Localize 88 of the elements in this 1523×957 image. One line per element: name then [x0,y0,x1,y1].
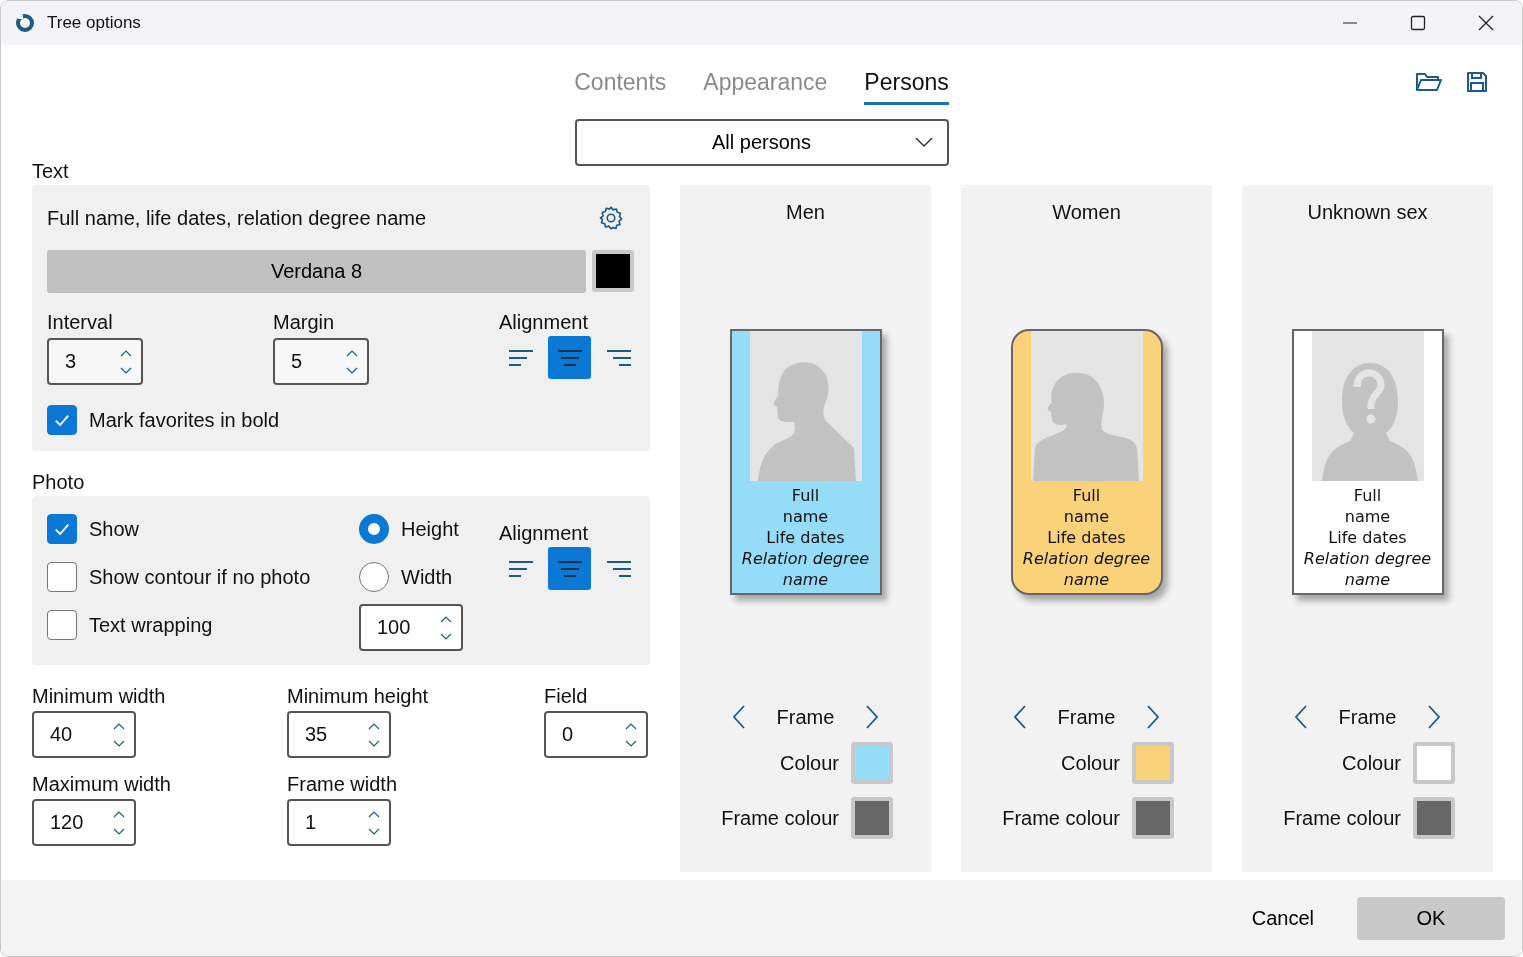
colour-swatch[interactable] [1413,742,1455,784]
section-heading: Photo [32,471,86,495]
checkbox-label: Text wrapping [89,613,213,637]
display-text-label: Full name, life dates, relation degree name [47,206,427,230]
field-label: Field [544,685,589,709]
field-label: Frame width [287,773,399,797]
chevron-right-icon[interactable] [1428,705,1441,729]
radio-label: Width [401,565,453,589]
card-text-line: Relation degree name [1021,548,1152,590]
checkbox-label: Show contour if no photo [89,565,311,589]
app-logo-icon [15,13,35,33]
ok-button[interactable]: OK [1357,896,1505,940]
maximize-icon[interactable] [1410,15,1426,31]
checkbox[interactable] [47,562,77,592]
number-spinner[interactable]: 0 [544,711,648,758]
panel-title: Unknown sex [1307,201,1428,224]
checkbox[interactable] [47,405,77,435]
chevron-down-icon [914,137,933,148]
cancel-button[interactable]: Cancel [1245,905,1320,931]
radio-button[interactable] [359,562,389,592]
colour-swatch[interactable] [851,742,893,784]
card-text-line: Full [1353,485,1382,506]
chevron-right-icon[interactable] [1147,705,1160,729]
align-lines-icon [606,347,631,368]
align-button[interactable] [548,336,591,379]
window-title: Tree options [47,13,141,33]
number-spinner[interactable]: 1 [287,799,391,846]
align-button[interactable] [548,547,591,590]
frame-label: Frame [1338,705,1397,729]
colour-swatch[interactable] [1413,797,1455,839]
card-text-line: Life dates [766,527,845,548]
card-text-line: Full [1072,485,1101,506]
field-label: Alignment [499,311,589,335]
section-heading: Text [32,160,70,184]
settings-icon[interactable] [598,205,624,231]
number-spinner[interactable]: 35 [287,711,391,758]
number-spinner[interactable]: 5 [273,338,369,385]
align-lines-icon [557,347,582,368]
checkbox-label: Mark favorites in bold [89,408,280,432]
field-label: Alignment [499,522,589,546]
number-spinner[interactable]: 3 [47,338,143,385]
chevron-left-icon[interactable] [1294,705,1307,729]
card-text-line: name [1063,506,1110,527]
colour-label: Frame colour [721,806,839,830]
colour-swatch[interactable] [851,797,893,839]
checkbox-label: Show [89,517,140,541]
tab[interactable]: Persons [864,60,949,105]
font-color-swatch[interactable] [592,250,634,292]
colour-label: Colour [780,751,839,775]
field-label: Interval [47,311,114,335]
frame-label: Frame [776,705,835,729]
colour-swatch[interactable] [1132,797,1174,839]
radio-label: Height [401,517,459,541]
chevron-right-icon[interactable] [866,705,879,729]
radio-button[interactable] [359,514,389,544]
person-filter-dropdown[interactable]: All persons [574,119,949,166]
card-text-line: name [1344,506,1391,527]
card-text-line: Full [791,485,820,506]
field-label: Margin [273,311,336,335]
number-spinner[interactable]: 120 [32,799,136,846]
checkbox[interactable] [47,610,77,640]
card-text-line: Relation degree name [1302,548,1433,590]
align-lines-icon [557,558,582,579]
card-text-line: name [782,506,829,527]
align-lines-icon [508,558,533,579]
field-label: Minimum height [287,685,430,709]
field-label: Maximum width [32,773,172,797]
panel-title: Men [786,201,825,224]
align-lines-icon [606,558,631,579]
colour-label: Colour [1061,751,1120,775]
font-button[interactable]: Verdana 8 [47,250,586,293]
checkbox[interactable] [47,514,77,544]
card-text-line: Life dates [1328,527,1407,548]
colour-label: Frame colour [1002,806,1120,830]
colour-swatch[interactable] [1132,742,1174,784]
close-icon[interactable] [1478,15,1494,31]
panel-title: Women [1052,201,1121,224]
chevron-left-icon[interactable] [732,705,745,729]
colour-label: Frame colour [1283,806,1401,830]
number-spinner[interactable]: 40 [32,711,136,758]
card-text-line: Relation degree name [740,548,871,590]
field-label: Minimum width [32,685,167,709]
number-spinner[interactable]: 100 [359,604,463,651]
chevron-left-icon[interactable] [1013,705,1026,729]
frame-label: Frame [1057,705,1116,729]
colour-label: Colour [1342,751,1401,775]
align-lines-icon [508,347,533,368]
card-text-line: Life dates [1047,527,1126,548]
